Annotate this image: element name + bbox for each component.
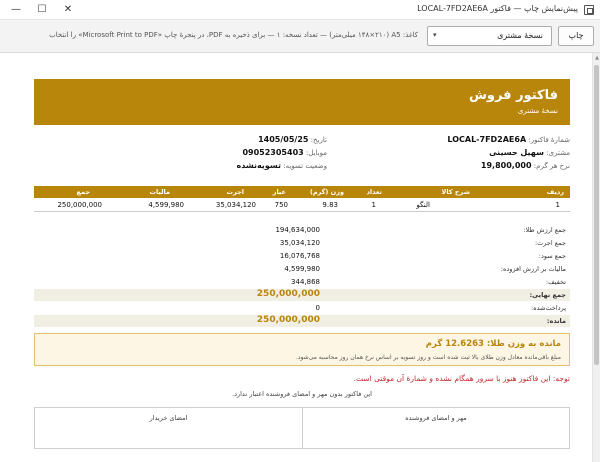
maximize-button[interactable]: ☐ xyxy=(30,0,54,20)
scroll-thumb[interactable] xyxy=(594,65,599,365)
total-label: تخفیف: xyxy=(545,278,566,286)
cell-karat: 750 xyxy=(274,201,288,209)
totals-row: مالیات بر ارزش افزوده: 4,599,980 xyxy=(34,263,570,275)
preview-area[interactable]: فاکتور فروش نسخهٔ مشتری شمارهٔ فاکتور: L… xyxy=(0,53,600,462)
signature-box: مهر و امضای فروشنده امضای خریدار xyxy=(34,407,570,449)
total-value: 35,034,120 xyxy=(279,239,320,247)
cell-desc: النگو xyxy=(416,201,430,209)
meta-date: تاریخ: 1405/05/25 xyxy=(258,135,327,144)
print-button[interactable]: چاپ xyxy=(558,26,594,46)
total-value: 250,000,000 xyxy=(256,289,320,299)
buyer-signature-label: امضای خریدار xyxy=(149,414,188,422)
totals-row: جمع اجرت: 35,034,120 xyxy=(34,237,570,249)
seller-signature: مهر و امضای فروشنده xyxy=(302,408,569,448)
meta-value: تسویه‌نشده xyxy=(236,161,281,170)
total-value: 250,000,000 xyxy=(256,315,320,325)
total-label: جمع سود: xyxy=(538,252,566,260)
validity-note: این فاکتور بدون مهر و امضای فروشنده اعتب… xyxy=(232,390,372,398)
table-row: 1 النگو 1 9.83 750 35,034,120 4,599,980 … xyxy=(34,198,570,212)
items-table-header: ردیف شرح کالا تعداد وزن (گرم) عیار اجرت … xyxy=(34,186,570,198)
title-bar: پیش‌نمایش چاپ — فاکتور LOCAL-7FD2AE6A ✕ … xyxy=(0,0,600,20)
minimize-button[interactable]: — xyxy=(4,0,28,20)
total-value: 344,868 xyxy=(291,278,320,286)
gold-balance-headline: مانده به وزن طلا: 12.6263 گرم xyxy=(425,339,561,349)
totals-row: جمع سود: 16,076,768 xyxy=(34,250,570,262)
total-label: جمع نهایی: xyxy=(529,291,566,299)
col-weight: وزن (گرم) xyxy=(309,188,344,196)
meta-label: نرخ هر گرم: xyxy=(533,162,570,170)
sync-warning: توجه: این فاکتور هنوز با سرور همگام نشده… xyxy=(353,374,570,383)
gold-balance-detail: مبلغ باقی‌مانده معادل وزن طلای بالا ثبت … xyxy=(295,354,561,361)
vertical-scrollbar[interactable]: ▲ xyxy=(592,53,600,462)
meta-mobile: موبایل: 09052305403 xyxy=(242,148,327,157)
scroll-up-icon[interactable]: ▲ xyxy=(595,55,599,61)
meta-value: 09052305403 xyxy=(242,148,304,157)
grand-total-row: جمع نهایی: 250,000,000 xyxy=(34,289,570,301)
copy-type-dropdown[interactable]: نسخهٔ مشتری ▾ xyxy=(427,26,552,46)
total-value: 16,076,768 xyxy=(279,252,320,260)
window-title: پیش‌نمایش چاپ — فاکتور LOCAL-7FD2AE6A xyxy=(417,4,578,13)
col-desc: شرح کالا xyxy=(441,188,470,196)
meta-label: موبایل: xyxy=(305,149,327,157)
meta-value: LOCAL-7FD2AE6A xyxy=(447,135,527,144)
items-table: ردیف شرح کالا تعداد وزن (گرم) عیار اجرت … xyxy=(34,186,570,214)
meta-label: شمارهٔ فاکتور: xyxy=(528,136,570,144)
meta-settlement-status: وضعیت تسویه: تسویه‌نشده xyxy=(236,161,327,170)
total-value: 194,634,000 xyxy=(275,226,320,234)
cell-weight: 9.83 xyxy=(322,201,338,209)
totals-row: پرداخت‌شده: 0 xyxy=(34,302,570,314)
col-total: جمع xyxy=(76,188,90,196)
invoice-header-banner: فاکتور فروش نسخهٔ مشتری xyxy=(34,79,570,125)
close-button[interactable]: ✕ xyxy=(56,0,80,20)
total-label: مانده: xyxy=(546,317,566,325)
meta-gram-rate: نرخ هر گرم: 19,800,000 xyxy=(481,161,570,170)
buyer-signature: امضای خریدار xyxy=(35,408,302,448)
total-value: 0 xyxy=(315,304,320,312)
col-tax: مالیات xyxy=(149,188,170,196)
col-qty: تعداد xyxy=(366,188,382,196)
meta-invoice-number: شمارهٔ فاکتور: LOCAL-7FD2AE6A xyxy=(447,135,570,144)
gold-balance-notice: مانده به وزن طلا: 12.6263 گرم مبلغ باقی‌… xyxy=(34,333,570,366)
meta-value: 1405/05/25 xyxy=(258,135,309,144)
total-label: پرداخت‌شده: xyxy=(531,304,566,312)
paper-info-text: کاغذ: A5 (۱۴۸×۲۱۰ میلی‌متر) — تعداد نسخه… xyxy=(49,31,418,39)
col-row: ردیف xyxy=(546,188,564,196)
invoice-page: فاکتور فروش نسخهٔ مشتری شمارهٔ فاکتور: L… xyxy=(22,63,582,462)
chevron-down-icon: ▾ xyxy=(433,31,437,39)
total-label: جمع ارزش طلا: xyxy=(523,226,566,234)
invoice-subtitle: نسخهٔ مشتری xyxy=(517,107,558,115)
copy-type-value: نسخهٔ مشتری xyxy=(497,31,543,40)
app-window-icon xyxy=(584,5,594,15)
meta-label: وضعیت تسویه: xyxy=(283,162,327,170)
print-toolbar: چاپ نسخهٔ مشتری ▾ کاغذ: A5 (۱۴۸×۲۱۰ میلی… xyxy=(0,20,600,53)
totals-row: جمع ارزش طلا: 194,634,000 xyxy=(34,224,570,236)
col-wage: اجرت xyxy=(226,188,245,196)
total-label: مالیات بر ارزش افزوده: xyxy=(500,265,566,273)
cell-row: 1 xyxy=(555,201,560,209)
meta-label: مشتری: xyxy=(546,149,570,157)
total-label: جمع اجرت: xyxy=(534,239,566,247)
invoice-title: فاکتور فروش xyxy=(468,88,558,103)
meta-value: 19,800,000 xyxy=(480,161,532,170)
cell-wage: 35,034,120 xyxy=(215,201,256,209)
seller-signature-label: مهر و امضای فروشنده xyxy=(405,414,467,422)
totals-row: تخفیف: 344,868 xyxy=(34,276,570,288)
total-value: 4,599,980 xyxy=(284,265,320,273)
meta-customer: مشتری: سهیل حسینی xyxy=(489,148,570,157)
cell-qty: 1 xyxy=(371,201,376,209)
meta-value: سهیل حسینی xyxy=(489,148,544,157)
meta-label: تاریخ: xyxy=(310,136,327,144)
col-karat: عیار xyxy=(272,188,286,196)
balance-row: مانده: 250,000,000 xyxy=(34,315,570,327)
cell-tax: 4,599,980 xyxy=(148,201,184,209)
cell-total: 250,000,000 xyxy=(57,201,102,209)
